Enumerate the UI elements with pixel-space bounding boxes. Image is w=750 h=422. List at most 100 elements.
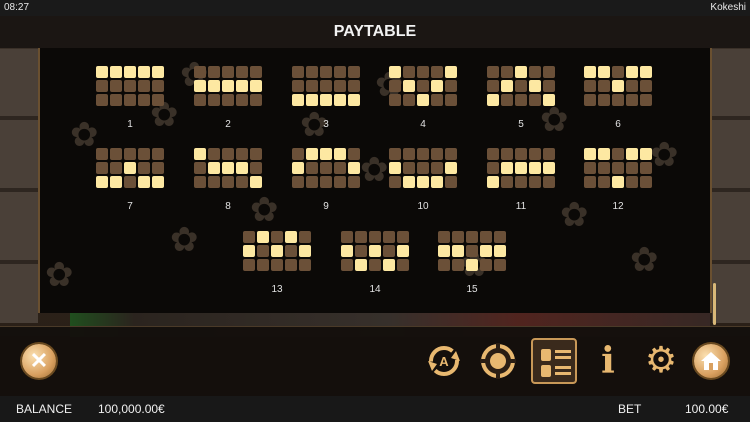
payline-cell (348, 66, 360, 78)
home-button[interactable] (691, 341, 731, 381)
payline-cell (124, 80, 136, 92)
payline-cell (138, 148, 150, 160)
payline-cell (543, 176, 555, 188)
payline-3: 3 (289, 66, 363, 130)
payline-cell (612, 66, 624, 78)
payline-cell (431, 148, 443, 160)
payline-cell (501, 94, 513, 106)
payline-cell (515, 148, 527, 160)
payline-cell (306, 80, 318, 92)
payline-cell-active (501, 162, 513, 174)
payline-cell (403, 162, 415, 174)
paytable-panel[interactable]: ✿ ✿ ✿ ✿ ✿ ✿ ✿ ✿ ✿ ✿ ✿ ✿ ✿ ✿ 123456789101… (38, 48, 712, 313)
payline-cell (124, 94, 136, 106)
payline-grid (438, 231, 506, 271)
payline-cell-active (236, 80, 248, 92)
payline-cell (529, 176, 541, 188)
payline-cell (640, 94, 652, 106)
scrollbar-thumb[interactable] (713, 283, 716, 325)
page-title: PAYTABLE (333, 23, 417, 40)
paytable-header: PAYTABLE (0, 16, 750, 49)
payline-cell (403, 66, 415, 78)
payline-cell (369, 259, 381, 271)
payline-cell (292, 80, 304, 92)
payline-cell (292, 66, 304, 78)
chip-icon (480, 343, 516, 379)
payline-cell (292, 148, 304, 160)
payline-cell-active (96, 66, 108, 78)
payline-cell (626, 80, 638, 92)
payline-cell (334, 80, 346, 92)
payline-grid (389, 148, 457, 188)
payline-12: 12 (581, 148, 655, 212)
payline-cell (152, 94, 164, 106)
payline-cell-active (626, 66, 638, 78)
paytable-button[interactable] (531, 338, 577, 384)
payline-cell (110, 148, 122, 160)
autoplay-button[interactable]: A (424, 341, 464, 381)
payline-cell (124, 176, 136, 188)
payline-cell-active (320, 148, 332, 160)
payline-cell (306, 66, 318, 78)
payline-cell (222, 148, 234, 160)
payline-cell (494, 231, 506, 243)
payline-cell-active (292, 162, 304, 174)
payline-cell (501, 176, 513, 188)
payline-cell (236, 94, 248, 106)
payline-cell (389, 148, 401, 160)
payline-cell (236, 176, 248, 188)
payline-cell-active (299, 245, 311, 257)
payline-cell (152, 80, 164, 92)
payline-cell-active (306, 94, 318, 106)
payline-cell (389, 176, 401, 188)
payline-cell (487, 148, 499, 160)
payline-cell-active (138, 66, 150, 78)
payline-1: 1 (93, 66, 167, 130)
payline-number: 8 (225, 201, 231, 212)
payline-7: 7 (93, 148, 167, 212)
status-bar: 08:27 Kokeshi (0, 0, 750, 16)
balance-label: BALANCE (16, 402, 73, 416)
payline-cell-active (208, 162, 220, 174)
payline-cell (438, 259, 450, 271)
payline-cell (397, 231, 409, 243)
payline-cell-active (487, 176, 499, 188)
payline-cell (194, 66, 206, 78)
payline-grid (487, 66, 555, 106)
autoplay-icon: A (428, 346, 460, 376)
payline-cell (543, 66, 555, 78)
payline-cell (417, 162, 429, 174)
info-button[interactable]: i (588, 341, 628, 381)
payline-cell-active (431, 176, 443, 188)
payline-number: 15 (466, 284, 478, 295)
payline-cell (320, 80, 332, 92)
settings-button[interactable]: ⚙ (641, 341, 681, 381)
payline-cell (431, 94, 443, 106)
payline-cell (138, 94, 150, 106)
payline-cell (515, 80, 527, 92)
payline-cell (292, 176, 304, 188)
payline-cell-active (417, 94, 429, 106)
payline-cell (452, 231, 464, 243)
payline-cell (110, 80, 122, 92)
payline-cell (431, 162, 443, 174)
payline-cell-active (292, 94, 304, 106)
payline-cell (208, 148, 220, 160)
blossom-decoration: ✿ (170, 221, 199, 259)
payline-cell (271, 231, 283, 243)
payline-cell (466, 231, 478, 243)
bet-chip-button[interactable] (478, 341, 518, 381)
payline-cell-active (515, 162, 527, 174)
payline-8: 8 (191, 148, 265, 212)
payline-cell-active (543, 162, 555, 174)
bet-value: 100.00€ (685, 402, 729, 416)
home-icon (694, 344, 728, 378)
payline-cell-active (194, 80, 206, 92)
payline-cell-active (208, 80, 220, 92)
payline-cell-active (334, 94, 346, 106)
payline-cell-active (152, 176, 164, 188)
payline-cell (236, 148, 248, 160)
payline-cell (369, 231, 381, 243)
close-button[interactable]: ✕ (19, 341, 59, 381)
payline-cell-active (487, 94, 499, 106)
